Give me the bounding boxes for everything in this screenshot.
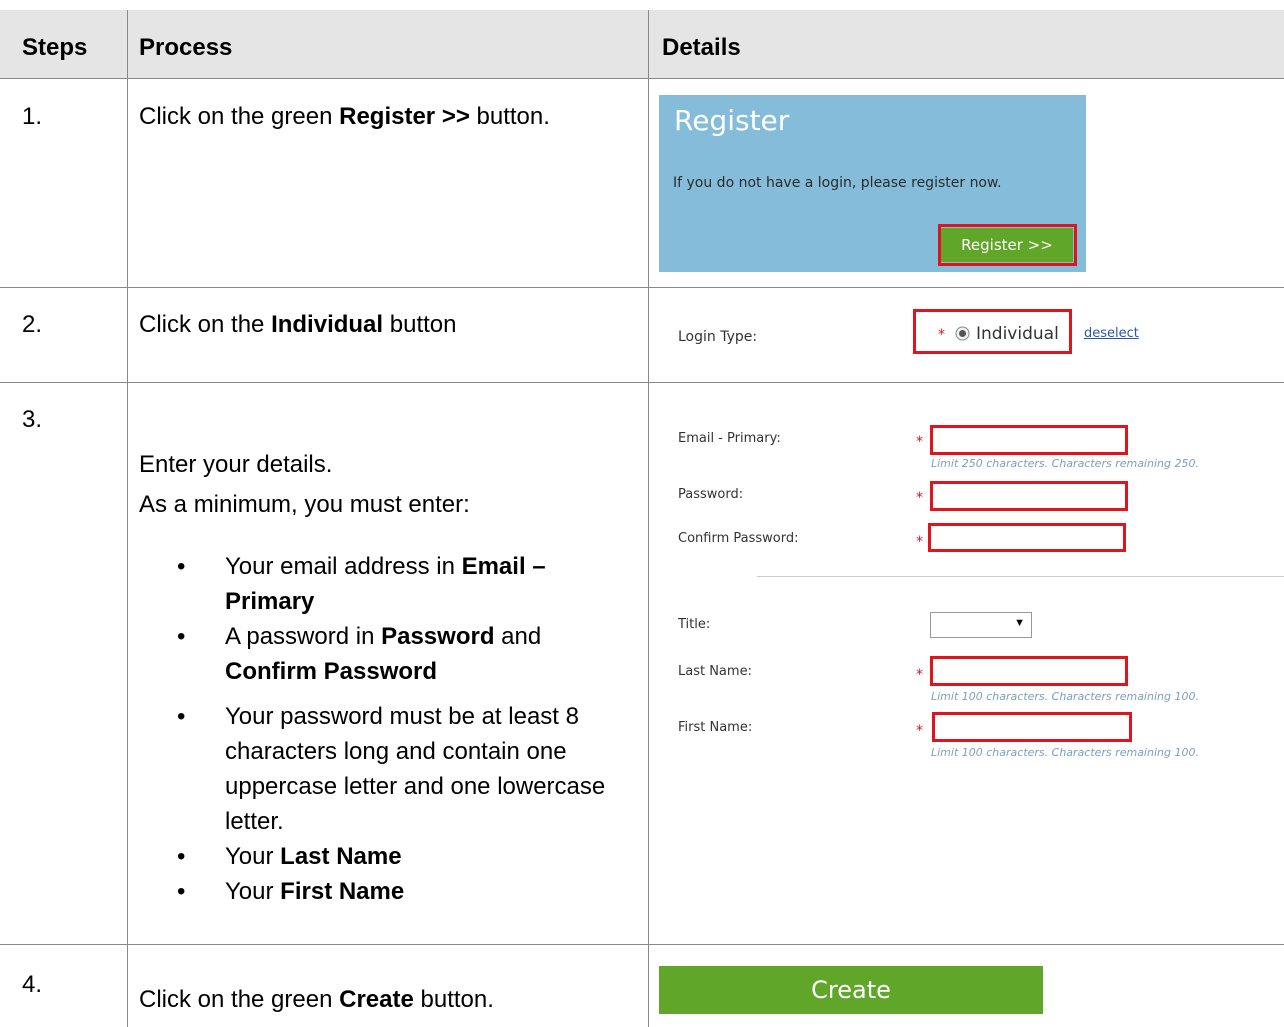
title-label: Title: — [678, 617, 711, 632]
password-field[interactable] — [930, 481, 1128, 511]
first-name-label: First Name: — [678, 720, 753, 735]
bullet: • — [177, 623, 186, 650]
last-name-field[interactable] — [930, 656, 1128, 686]
required-star: * — [938, 327, 945, 343]
title-select[interactable]: ▼ — [930, 612, 1032, 638]
bullet: • — [177, 878, 186, 905]
required-star: * — [916, 723, 923, 739]
list-item: • Your First Name — [139, 874, 629, 909]
list-item: • Your Last Name — [139, 839, 629, 874]
column-divider — [648, 10, 649, 1027]
step-4-process: Click on the green Create button. — [139, 986, 494, 1013]
first-name-hint: Limit 100 characters. Characters remaini… — [931, 746, 1199, 759]
highlight-box — [938, 224, 1077, 266]
list-item: • Your password must be at least 8 charac… — [139, 699, 629, 839]
radio-selected-icon — [955, 326, 970, 341]
first-name-field[interactable] — [932, 712, 1132, 742]
list-item: • Your email address in Email – Primary — [139, 549, 629, 619]
last-name-label: Last Name: — [678, 664, 752, 679]
step-number: 4. — [22, 971, 43, 998]
email-field[interactable] — [930, 425, 1128, 455]
step-number: 2. — [22, 311, 43, 338]
individual-label: Individual — [976, 324, 1059, 344]
step-number: 3. — [22, 406, 43, 433]
step-2-process: Click on the Individual button — [139, 311, 457, 338]
register-title: Register — [674, 104, 790, 137]
required-star: * — [916, 667, 923, 683]
individual-radio[interactable] — [955, 326, 970, 341]
login-type-label: Login Type: — [678, 329, 758, 345]
chevron-down-icon: ▼ — [1014, 617, 1025, 629]
row-divider — [0, 287, 1284, 288]
bullet: • — [177, 843, 186, 870]
step-3-minimum: As a minimum, you must enter: — [139, 491, 470, 518]
header-process: Process — [139, 34, 233, 61]
required-star: * — [916, 534, 923, 550]
bullet: • — [177, 703, 186, 730]
bullet: • — [177, 553, 186, 580]
step-1-process: Click on the green Register >> button. — [139, 103, 550, 130]
email-label: Email - Primary: — [678, 431, 781, 446]
create-button[interactable]: Create — [659, 966, 1043, 1014]
step-3-intro: Enter your details. — [139, 451, 333, 478]
list-item: • A password in Password and Confirm Pass… — [139, 619, 629, 689]
header-steps: Steps — [22, 34, 88, 61]
register-text: If you do not have a login, please regis… — [673, 175, 1002, 191]
password-label: Password: — [678, 487, 744, 502]
column-divider — [127, 10, 128, 1027]
last-name-hint: Limit 100 characters. Characters remaini… — [931, 690, 1199, 703]
step-number: 1. — [22, 103, 43, 130]
requirements-list: • Your email address in Email – Primary •… — [139, 549, 629, 909]
confirm-password-field[interactable] — [928, 523, 1126, 552]
email-hint: Limit 250 characters. Characters remaini… — [931, 457, 1199, 470]
confirm-password-label: Confirm Password: — [678, 531, 799, 546]
row-divider — [0, 382, 1284, 383]
form-divider — [757, 576, 1284, 577]
row-divider — [0, 944, 1284, 945]
deselect-link[interactable]: deselect — [1084, 326, 1139, 341]
row-divider — [0, 78, 1284, 79]
required-star: * — [916, 434, 923, 450]
required-star: * — [916, 490, 923, 506]
header-details: Details — [662, 34, 741, 61]
